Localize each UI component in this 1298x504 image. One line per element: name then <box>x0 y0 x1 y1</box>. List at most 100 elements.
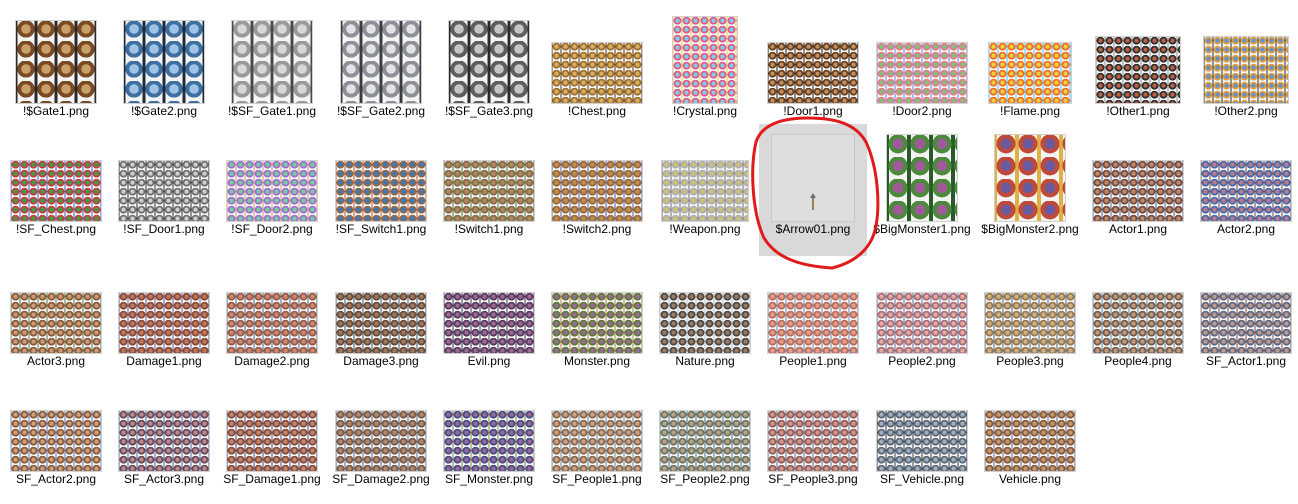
file-item-flame-png[interactable]: !Flame.png <box>976 6 1084 124</box>
file-name-label: !Door2.png <box>892 104 952 118</box>
file-item-sf-gate2-png[interactable]: !$SF_Gate2.png <box>327 6 435 124</box>
file-item-vehicle-png[interactable]: Vehicle.png <box>976 374 1084 492</box>
file-item-sf-door2-png[interactable]: !SF_Door2.png <box>218 124 326 256</box>
object-sheet-icon <box>1095 36 1181 104</box>
file-item-people4-png[interactable]: People4.png <box>1084 256 1192 374</box>
file-item-sf-people2-png[interactable]: SF_People2.png <box>651 374 759 492</box>
file-item-weapon-png[interactable]: !Weapon.png <box>651 124 759 256</box>
file-item-door1-png[interactable]: !Door1.png <box>759 6 867 124</box>
file-item-sf-actor1-png[interactable]: SF_Actor1.png <box>1192 256 1298 374</box>
file-item-people3-png[interactable]: People3.png <box>976 256 1084 374</box>
file-name-label: !Other2.png <box>1214 104 1278 118</box>
file-name-label: SF_People3.png <box>768 472 858 486</box>
file-item-sf-gate3-png[interactable]: !$SF_Gate3.png <box>435 6 543 124</box>
file-thumbnail <box>333 380 429 472</box>
file-item-gate2-png[interactable]: !$Gate2.png <box>110 6 218 124</box>
file-thumbnail <box>657 262 753 354</box>
character-sheet-icon <box>335 410 427 472</box>
file-thumbnail <box>765 262 861 354</box>
file-item-chest-png[interactable]: !Chest.png <box>543 6 651 124</box>
file-name-label: !SF_Door1.png <box>123 222 205 236</box>
file-item-actor1-png[interactable]: Actor1.png <box>1084 124 1192 256</box>
switch-sheet-icon <box>551 160 643 222</box>
file-item-sf-gate1-png[interactable]: !$SF_Gate1.png <box>218 6 326 124</box>
file-item-damage1-png[interactable]: Damage1.png <box>110 256 218 374</box>
switch-sheet-icon <box>443 160 535 222</box>
file-item-people2-png[interactable]: People2.png <box>868 256 976 374</box>
file-name-label: !Other1.png <box>1106 104 1170 118</box>
file-name-label: Actor3.png <box>26 354 86 368</box>
file-grid: !$Gate1.png !$Gate2.png !$SF_Gate1.png !$SF… <box>0 0 1298 504</box>
character-sheet-icon <box>984 292 1076 354</box>
file-item-nature-png[interactable]: Nature.png <box>651 256 759 374</box>
door-sheet-icon <box>876 42 968 104</box>
file-item-sf-people3-png[interactable]: SF_People3.png <box>759 374 867 492</box>
file-thumbnail <box>116 380 212 472</box>
file-thumbnail <box>1198 12 1294 104</box>
file-name-label: SF_People2.png <box>660 472 750 486</box>
file-name-label: !SF_Door2.png <box>231 222 313 236</box>
gate-sheet-icon <box>15 20 97 104</box>
file-thumbnail <box>1198 262 1294 354</box>
file-item-damage3-png[interactable]: Damage3.png <box>327 256 435 374</box>
file-thumbnail <box>549 130 645 222</box>
file-item-actor3-png[interactable]: Actor3.png <box>2 256 110 374</box>
file-item-sf-actor3-png[interactable]: SF_Actor3.png <box>110 374 218 492</box>
file-item-sf-door1-png[interactable]: !SF_Door1.png <box>110 124 218 256</box>
character-sheet-icon <box>767 292 859 354</box>
file-thumbnail <box>1198 130 1294 222</box>
file-item-damage2-png[interactable]: Damage2.png <box>218 256 326 374</box>
file-thumbnail <box>982 262 1078 354</box>
file-name-label: $Arrow01.png <box>775 222 851 236</box>
file-item-crystal-png[interactable]: !Crystal.png <box>651 6 759 124</box>
file-name-label: !Weapon.png <box>669 222 741 236</box>
file-thumbnail <box>116 130 212 222</box>
file-thumbnail <box>333 12 429 104</box>
file-item-monster-png[interactable]: Monster.png <box>543 256 651 374</box>
file-name-label: !$Gate2.png <box>130 104 198 118</box>
file-name-label: $BigMonster2.png <box>981 222 1079 236</box>
character-sheet-icon <box>1200 292 1292 354</box>
file-item-sf-switch1-png[interactable]: !SF_Switch1.png <box>327 124 435 256</box>
file-item-bigmonster2-png[interactable]: $BigMonster2.png <box>976 124 1084 256</box>
file-thumbnail <box>657 130 753 222</box>
file-name-label: !Switch1.png <box>454 222 524 236</box>
file-thumbnail <box>874 380 970 472</box>
file-item-other2-png[interactable]: !Other2.png <box>1192 6 1298 124</box>
file-item-gate1-png[interactable]: !$Gate1.png <box>2 6 110 124</box>
gate-sheet-icon <box>448 20 530 104</box>
file-item-sf-vehicle-png[interactable]: SF_Vehicle.png <box>868 374 976 492</box>
character-sheet-icon <box>767 410 859 472</box>
file-item-bigmonster1-png[interactable]: $BigMonster1.png <box>868 124 976 256</box>
file-item-door2-png[interactable]: !Door2.png <box>868 6 976 124</box>
weapon-sheet-icon <box>661 160 749 222</box>
file-thumbnail <box>1090 12 1186 104</box>
character-sheet-icon <box>1200 160 1292 222</box>
file-item-people1-png[interactable]: People1.png <box>759 256 867 374</box>
gate-sheet-icon <box>340 20 422 104</box>
file-item-sf-people1-png[interactable]: SF_People1.png <box>543 374 651 492</box>
character-sheet-icon <box>226 292 318 354</box>
vehicle-sheet-icon <box>984 410 1076 472</box>
file-item-sf-damage1-png[interactable]: SF_Damage1.png <box>218 374 326 492</box>
switch-sheet-icon <box>335 160 427 222</box>
file-thumbnail <box>441 12 537 104</box>
file-item-sf-actor2-png[interactable]: SF_Actor2.png <box>2 374 110 492</box>
file-name-label: SF_Actor2.png <box>15 472 97 486</box>
file-name-label: !$SF_Gate3.png <box>444 104 534 118</box>
file-item-switch2-png[interactable]: !Switch2.png <box>543 124 651 256</box>
file-thumbnail <box>874 262 970 354</box>
file-item-arrow01-png[interactable]: $Arrow01.png <box>759 124 867 256</box>
file-name-label: Nature.png <box>675 354 735 368</box>
file-item-evil-png[interactable]: Evil.png <box>435 256 543 374</box>
monster-sheet-icon <box>994 134 1066 222</box>
file-item-sf-chest-png[interactable]: !SF_Chest.png <box>2 124 110 256</box>
file-item-sf-damage2-png[interactable]: SF_Damage2.png <box>327 374 435 492</box>
file-item-other1-png[interactable]: !Other1.png <box>1084 6 1192 124</box>
file-thumbnail <box>224 262 320 354</box>
file-thumbnail <box>8 262 104 354</box>
file-thumbnail <box>8 130 104 222</box>
file-item-sf-monster-png[interactable]: SF_Monster.png <box>435 374 543 492</box>
file-item-switch1-png[interactable]: !Switch1.png <box>435 124 543 256</box>
file-item-actor2-png[interactable]: Actor2.png <box>1192 124 1298 256</box>
